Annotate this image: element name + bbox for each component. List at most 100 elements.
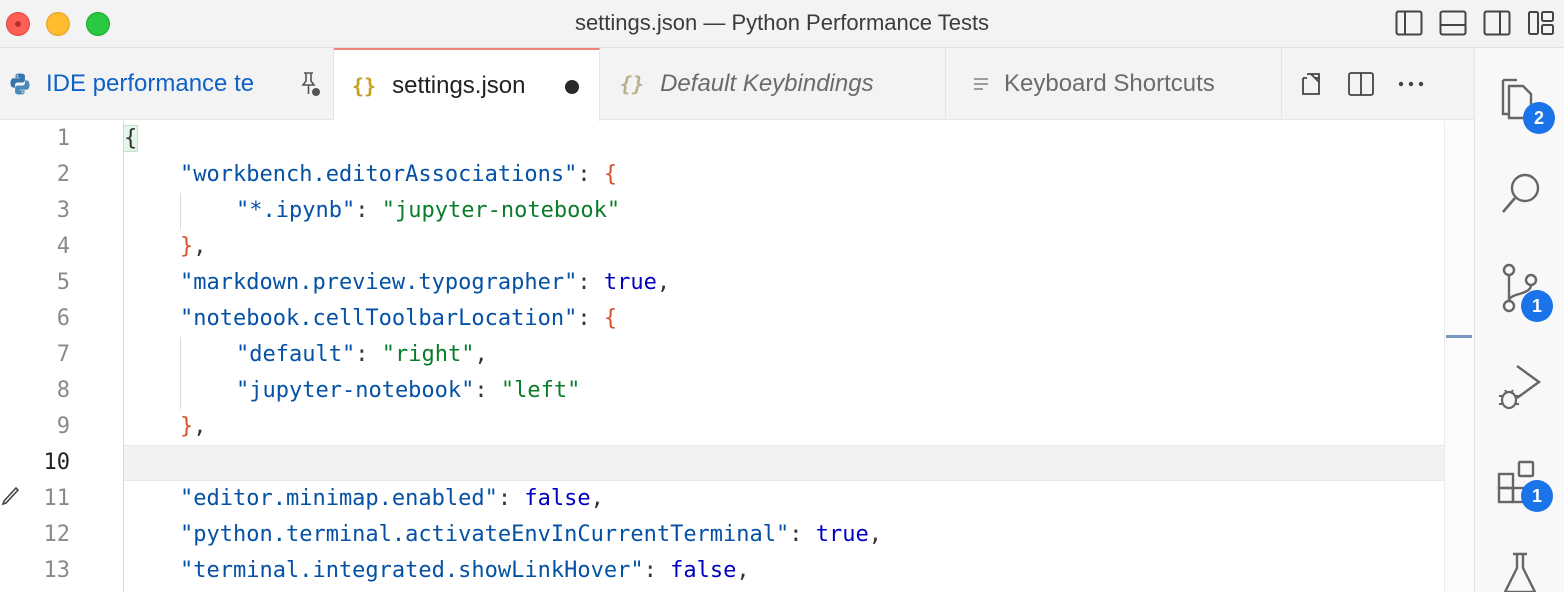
json-colon: : xyxy=(643,558,671,583)
json-colon: : xyxy=(577,270,604,295)
json-comma: , xyxy=(590,486,604,511)
json-colon: : xyxy=(355,342,382,367)
bracket-match: { xyxy=(122,125,139,152)
tab-label: Default Keybindings xyxy=(660,70,874,97)
line-content: { xyxy=(122,121,139,157)
source-control-badge: 1 xyxy=(1521,290,1553,322)
python-icon xyxy=(8,72,32,96)
tab-settings-json[interactable]: {} settings.json xyxy=(334,48,600,121)
line-content: }, xyxy=(180,409,207,445)
line-number: 1 xyxy=(56,126,70,151)
extensions-icon[interactable]: 1 xyxy=(1495,456,1553,512)
tab-ide-performance[interactable]: IDE performance te xyxy=(0,48,334,120)
json-bracket: { xyxy=(603,162,618,187)
json-key: "*.ipynb" xyxy=(236,198,356,223)
open-changes-icon[interactable] xyxy=(1296,69,1326,99)
code-line: 8 "jupyter-notebook": "left" xyxy=(0,373,1444,409)
line-number: 3 xyxy=(56,198,70,223)
json-key: "default" xyxy=(236,342,356,367)
json-comma: , xyxy=(656,270,671,295)
json-string: "left" xyxy=(500,378,581,403)
code-editor[interactable]: 1 { 2 "workbench.editorAssociations": { … xyxy=(0,121,1474,592)
toggle-primary-sidebar-icon[interactable] xyxy=(1394,8,1424,38)
layout-controls xyxy=(1394,8,1556,38)
line-content: "workbench.editorAssociations": { xyxy=(180,157,617,193)
line-content: "editor.minimap.enabled": false, xyxy=(180,481,604,517)
line-content: "terminal.integrated.showLinkHover": fal… xyxy=(180,553,750,589)
json-colon: : xyxy=(577,306,604,331)
list-icon xyxy=(972,75,990,93)
line-content: "markdown.preview.typographer": true, xyxy=(180,265,670,301)
split-editor-icon[interactable] xyxy=(1346,69,1376,99)
testing-icon[interactable] xyxy=(1495,548,1545,592)
json-comma: , xyxy=(474,342,488,367)
tab-label: Keyboard Shortcuts xyxy=(1004,70,1215,97)
json-key: "notebook.cellToolbarLocation" xyxy=(180,306,578,331)
json-colon: : xyxy=(355,198,382,223)
line-number: 8 xyxy=(56,378,70,403)
json-comma: , xyxy=(193,234,207,259)
line-content: }, xyxy=(180,229,207,265)
line-number: 11 xyxy=(43,486,71,511)
code-line: 1 { xyxy=(0,121,1444,157)
code-line: 12 "python.terminal.activateEnvInCurrent… xyxy=(0,517,1444,553)
more-actions-icon[interactable] xyxy=(1396,69,1426,99)
json-literal: false xyxy=(670,558,737,583)
run-debug-icon[interactable] xyxy=(1495,360,1545,416)
json-key: "jupyter-notebook" xyxy=(236,378,475,403)
json-string: "jupyter-notebook" xyxy=(381,198,621,223)
customize-layout-icon[interactable] xyxy=(1526,8,1556,38)
json-key: "python.terminal.activateEnvInCurrentTer… xyxy=(180,522,790,547)
json-key: "editor.minimap.enabled" xyxy=(180,486,498,511)
line-number: 4 xyxy=(56,234,70,259)
json-literal: true xyxy=(815,522,869,547)
json-comma: , xyxy=(736,558,750,583)
explorer-icon[interactable]: 2 xyxy=(1495,72,1555,134)
search-icon[interactable] xyxy=(1495,166,1545,222)
source-control-icon[interactable]: 1 xyxy=(1495,262,1553,322)
pin-icon[interactable] xyxy=(297,70,323,105)
toggle-secondary-sidebar-icon[interactable] xyxy=(1482,8,1512,38)
line-number: 9 xyxy=(56,414,70,439)
toggle-panel-icon[interactable] xyxy=(1438,8,1468,38)
json-comma: , xyxy=(868,522,883,547)
line-content: "jupyter-notebook": "left" xyxy=(236,373,580,409)
json-key: "terminal.integrated.showLinkHover" xyxy=(180,558,644,583)
json-comma: , xyxy=(193,414,207,439)
code-line: 7 "default": "right", xyxy=(0,337,1444,373)
explorer-badge: 2 xyxy=(1523,102,1555,134)
window-title: settings.json — Python Performance Tests xyxy=(574,10,990,35)
line-content: "python.terminal.activateEnvInCurrentTer… xyxy=(180,517,882,553)
code-line: 6 "notebook.cellToolbarLocation": { xyxy=(0,301,1444,337)
json-colon: : xyxy=(497,486,525,511)
json-string: "right" xyxy=(381,342,475,367)
code-line: 3 "*.ipynb": "jupyter-notebook" xyxy=(0,193,1444,229)
line-number: 12 xyxy=(43,522,71,547)
editor-actions xyxy=(1296,48,1426,120)
line-number: 10 xyxy=(43,450,71,475)
json-colon: : xyxy=(474,378,501,403)
line-content: "notebook.cellToolbarLocation": { xyxy=(180,301,617,337)
line-content: "*.ipynb": "jupyter-notebook" xyxy=(236,193,620,229)
tab-keyboard-shortcuts[interactable]: Keyboard Shortcuts xyxy=(946,48,1282,120)
line-number: 2 xyxy=(56,162,70,187)
line-content: "default": "right", xyxy=(236,337,488,373)
scrollbar-cursor-marker xyxy=(1446,335,1472,338)
code-line: 4 }, xyxy=(0,229,1444,265)
json-literal: true xyxy=(603,270,657,295)
json-key: "workbench.editorAssociations" xyxy=(180,162,578,187)
json-bracket: } xyxy=(180,234,194,259)
line-number: 13 xyxy=(43,558,71,583)
vertical-scrollbar[interactable] xyxy=(1444,121,1474,592)
line-number: 5 xyxy=(56,270,70,295)
json-bracket: } xyxy=(180,414,194,439)
tab-label: IDE performance te xyxy=(46,70,255,97)
code-line: 13 "terminal.integrated.showLinkHover": … xyxy=(0,553,1444,589)
tab-default-keybindings[interactable]: {} Default Keybindings xyxy=(600,48,946,120)
editor-tab-bar: IDE performance te {} settings.json {} D… xyxy=(0,48,1474,121)
code-line: 9 }, xyxy=(0,409,1444,445)
code-line: 5 "markdown.preview.typographer": true, xyxy=(0,265,1444,301)
json-colon: : xyxy=(577,162,604,187)
unsaved-dot-icon[interactable] xyxy=(565,80,579,94)
code-line: 11 "editor.minimap.enabled": false, xyxy=(0,481,1444,517)
